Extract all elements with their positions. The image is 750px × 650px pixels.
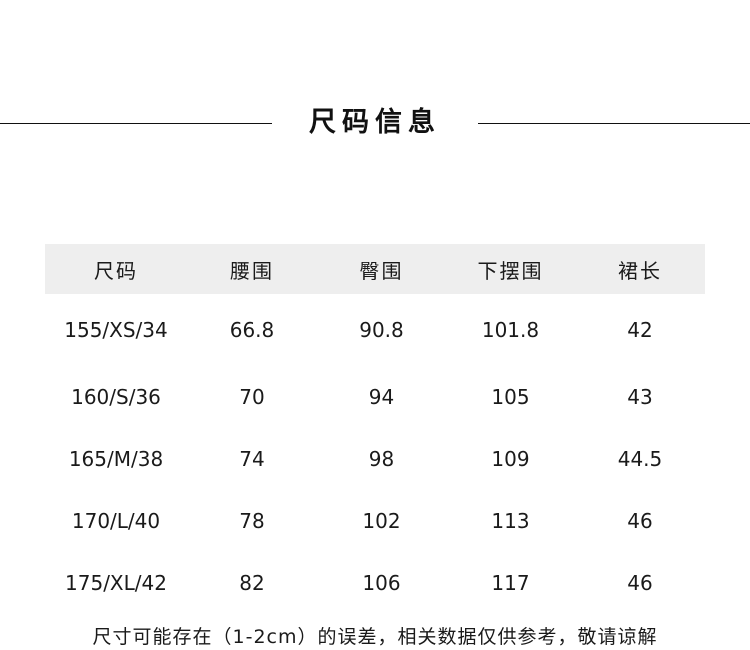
cell-skirt-length: 46 [627, 509, 653, 533]
table-row: 155/XS/34 66.8 90.8 101.8 42 [45, 294, 705, 366]
title-rule-left [0, 123, 272, 124]
cell-hem: 101.8 [481, 318, 540, 342]
title-rule-right [478, 123, 750, 124]
cell-waist: 70 [239, 385, 265, 409]
cell-hip: 106 [362, 571, 401, 595]
cell-waist: 66.8 [229, 318, 275, 342]
header-hem: 下摆围 [477, 258, 544, 283]
header-skirt-length: 裙长 [618, 258, 662, 283]
table-row: 170/L/40 78 102 113 46 [45, 490, 705, 552]
table-row: 175/XL/42 82 106 117 46 [45, 552, 705, 614]
header-hip: 臀围 [359, 258, 404, 283]
header-size: 尺码 [94, 258, 138, 283]
page-title: 尺码信息 [309, 107, 441, 138]
cell-size: 175/XL/42 [65, 571, 167, 595]
table-row: 165/M/38 74 98 109 44.5 [45, 428, 705, 490]
cell-hem: 109 [491, 447, 530, 471]
header-waist: 腰围 [230, 258, 274, 283]
section-title-row: 尺码信息 [0, 100, 750, 146]
cell-hem: 105 [491, 385, 530, 409]
measurement-disclaimer: 尺寸可能存在（1-2cm）的误差，相关数据仅供参考，敬请谅解 [92, 626, 658, 648]
cell-hip: 102 [362, 509, 401, 533]
cell-waist: 82 [239, 571, 265, 595]
cell-skirt-length: 42 [627, 318, 653, 342]
cell-hip: 90.8 [359, 318, 404, 342]
cell-skirt-length: 46 [627, 571, 653, 595]
cell-waist: 74 [239, 447, 265, 471]
cell-skirt-length: 44.5 [617, 447, 663, 471]
cell-size: 160/S/36 [71, 385, 161, 409]
cell-skirt-length: 43 [627, 385, 653, 409]
table-header-row: 尺码 腰围 臀围 下摆围 裙长 [45, 244, 705, 294]
table-row: 160/S/36 70 94 105 43 [45, 366, 705, 428]
cell-size: 165/M/38 [68, 447, 164, 471]
cell-hip: 98 [368, 447, 395, 471]
cell-size: 170/L/40 [71, 509, 161, 533]
cell-hip: 94 [368, 385, 395, 409]
cell-size: 155/XS/34 [64, 318, 168, 342]
cell-hem: 113 [491, 509, 530, 533]
size-chart-table: 尺码 腰围 臀围 下摆围 裙长 155/XS/34 66.8 90.8 101.… [45, 244, 705, 614]
cell-hem: 117 [491, 571, 530, 595]
cell-waist: 78 [239, 509, 265, 533]
